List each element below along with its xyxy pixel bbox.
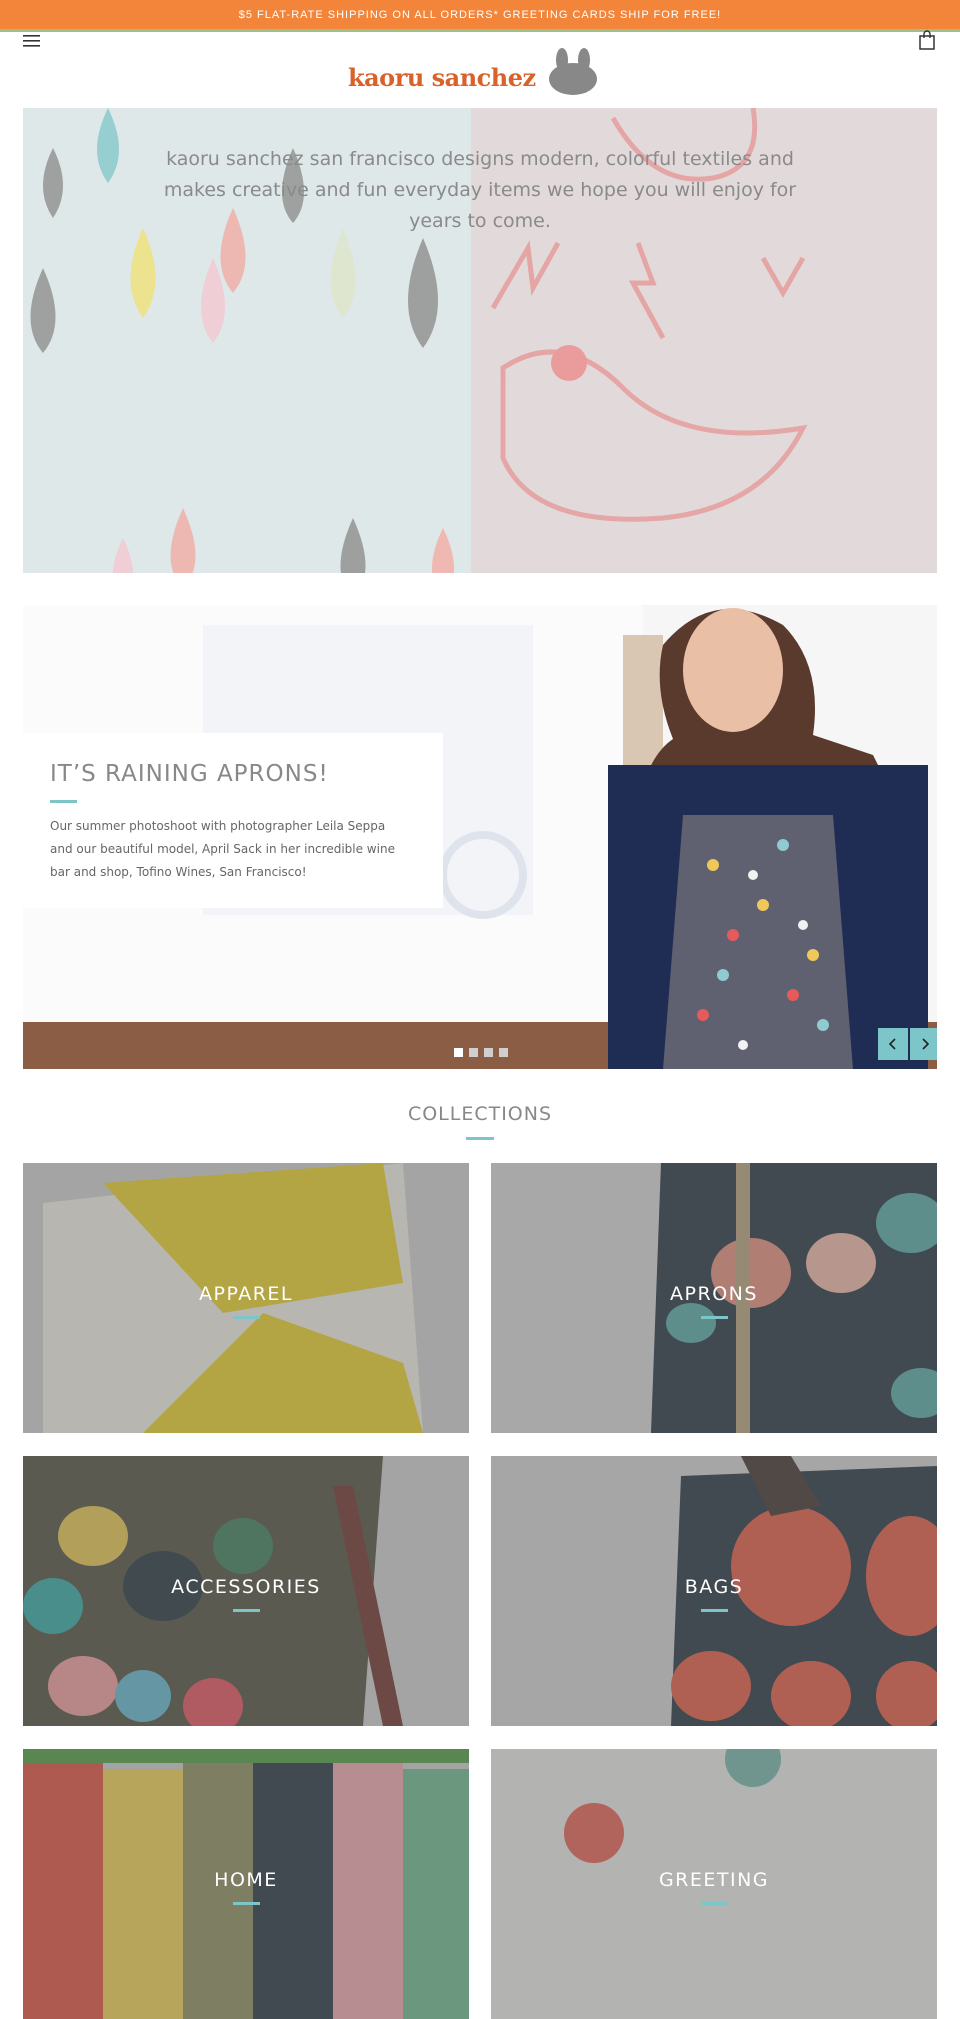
site-header: kaoru sanchez [0, 30, 960, 104]
collection-underline [701, 1316, 728, 1319]
collection-tile-home[interactable]: HOME [23, 1749, 469, 2019]
slide-dot-2[interactable] [469, 1048, 478, 1057]
chevron-right-icon [922, 1038, 930, 1050]
slide-title: IT’S RAINING APRONS! [50, 761, 329, 787]
collection-label: GREETING [658, 1869, 770, 1891]
hero-banner: kaoru sanchez san francisco designs mode… [23, 108, 937, 573]
collection-label: ACCESSORIES [171, 1576, 321, 1598]
slide-dot-1[interactable] [454, 1048, 463, 1057]
collection-underline [701, 1902, 728, 1905]
collection-tile-aprons[interactable]: APRONS [491, 1163, 937, 1433]
collection-underline [233, 1609, 260, 1612]
slide-dots [454, 1048, 508, 1057]
chevron-left-icon [888, 1038, 896, 1050]
collection-tile-apparel[interactable]: APPAREL [23, 1163, 469, 1433]
site-logo[interactable]: kaoru sanchez [348, 46, 606, 96]
slide-caption-box: IT’S RAINING APRONS! Our summer photosho… [23, 733, 443, 908]
collection-tile-greeting[interactable]: GREETING [491, 1749, 937, 2019]
collections-heading: COLLECTIONS [407, 1103, 553, 1125]
collection-label: BAGS [684, 1576, 744, 1598]
collection-label: APPAREL [199, 1283, 293, 1305]
collection-tile-bags[interactable]: BAGS [491, 1456, 937, 1726]
slide-prev-button[interactable] [878, 1028, 908, 1060]
collection-tile-accessories[interactable]: ACCESSORIES [23, 1456, 469, 1726]
announcement-bar: $5 FLAT-RATE SHIPPING ON ALL ORDERS* GRE… [0, 0, 960, 32]
slide-dot-4[interactable] [499, 1048, 508, 1057]
bunny-logo-icon [548, 48, 597, 95]
menu-button[interactable] [22, 32, 42, 52]
cart-button[interactable] [918, 30, 938, 52]
slide-title-underline [50, 800, 77, 803]
collection-label: HOME [214, 1869, 278, 1891]
logo-text: kaoru sanchez [348, 62, 536, 92]
collections-underline [466, 1137, 494, 1140]
collection-underline [233, 1316, 260, 1319]
collection-underline [701, 1609, 728, 1612]
collection-label: APRONS [670, 1283, 758, 1305]
collection-underline [233, 1902, 260, 1905]
slide-next-button[interactable] [910, 1028, 937, 1060]
hamburger-icon [23, 35, 40, 47]
shopping-bag-icon [919, 30, 935, 50]
hero-tagline: kaoru sanchez san francisco designs mode… [163, 148, 797, 232]
slide-dot-3[interactable] [484, 1048, 493, 1057]
feature-slideshow: IT’S RAINING APRONS! Our summer photosho… [23, 605, 937, 1069]
slide-description: Our summer photoshoot with photographer … [50, 819, 395, 879]
